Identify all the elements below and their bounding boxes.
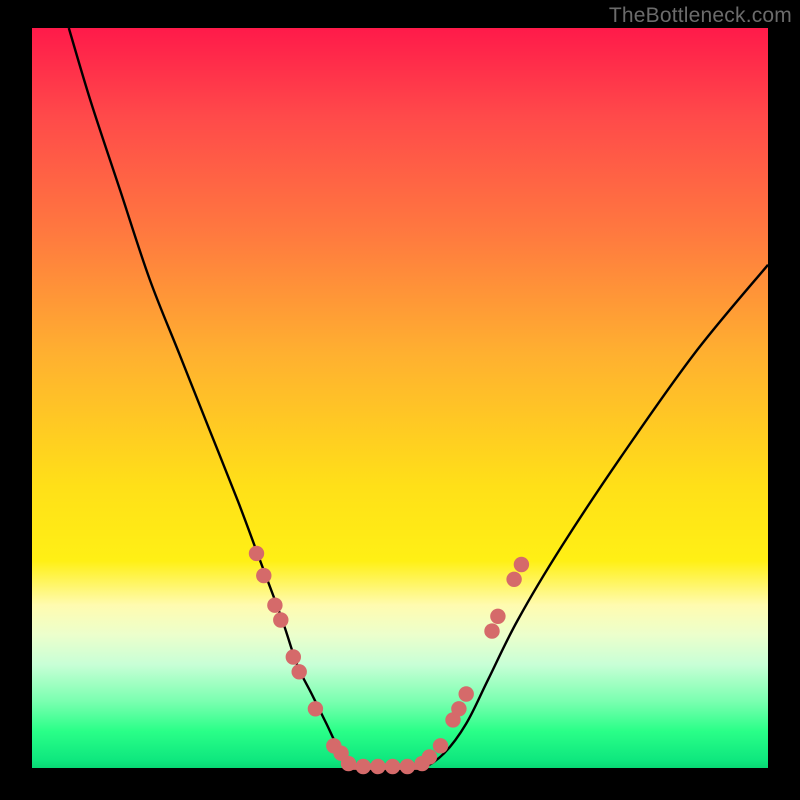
chart-overlay [0,0,800,800]
sample-point [267,598,282,613]
sample-point [400,759,415,774]
sample-point [249,546,264,561]
sample-point [433,738,448,753]
sample-point [459,686,474,701]
bottleneck-curve [69,28,768,769]
sample-point [308,701,323,716]
bottleneck-curve-path [69,28,768,769]
sample-point [341,756,356,771]
chart-frame: TheBottleneck.com [0,0,800,800]
sample-point [273,612,288,627]
sample-point [514,557,529,572]
sample-point [356,759,371,774]
sample-points [249,546,529,775]
sample-point [490,609,505,624]
sample-point [385,759,400,774]
sample-point [292,664,307,679]
sample-point [286,649,301,664]
sample-point [370,759,385,774]
sample-point [256,568,271,583]
sample-point [451,701,466,716]
sample-point [484,623,499,638]
sample-point [422,749,437,764]
sample-point [506,572,521,587]
